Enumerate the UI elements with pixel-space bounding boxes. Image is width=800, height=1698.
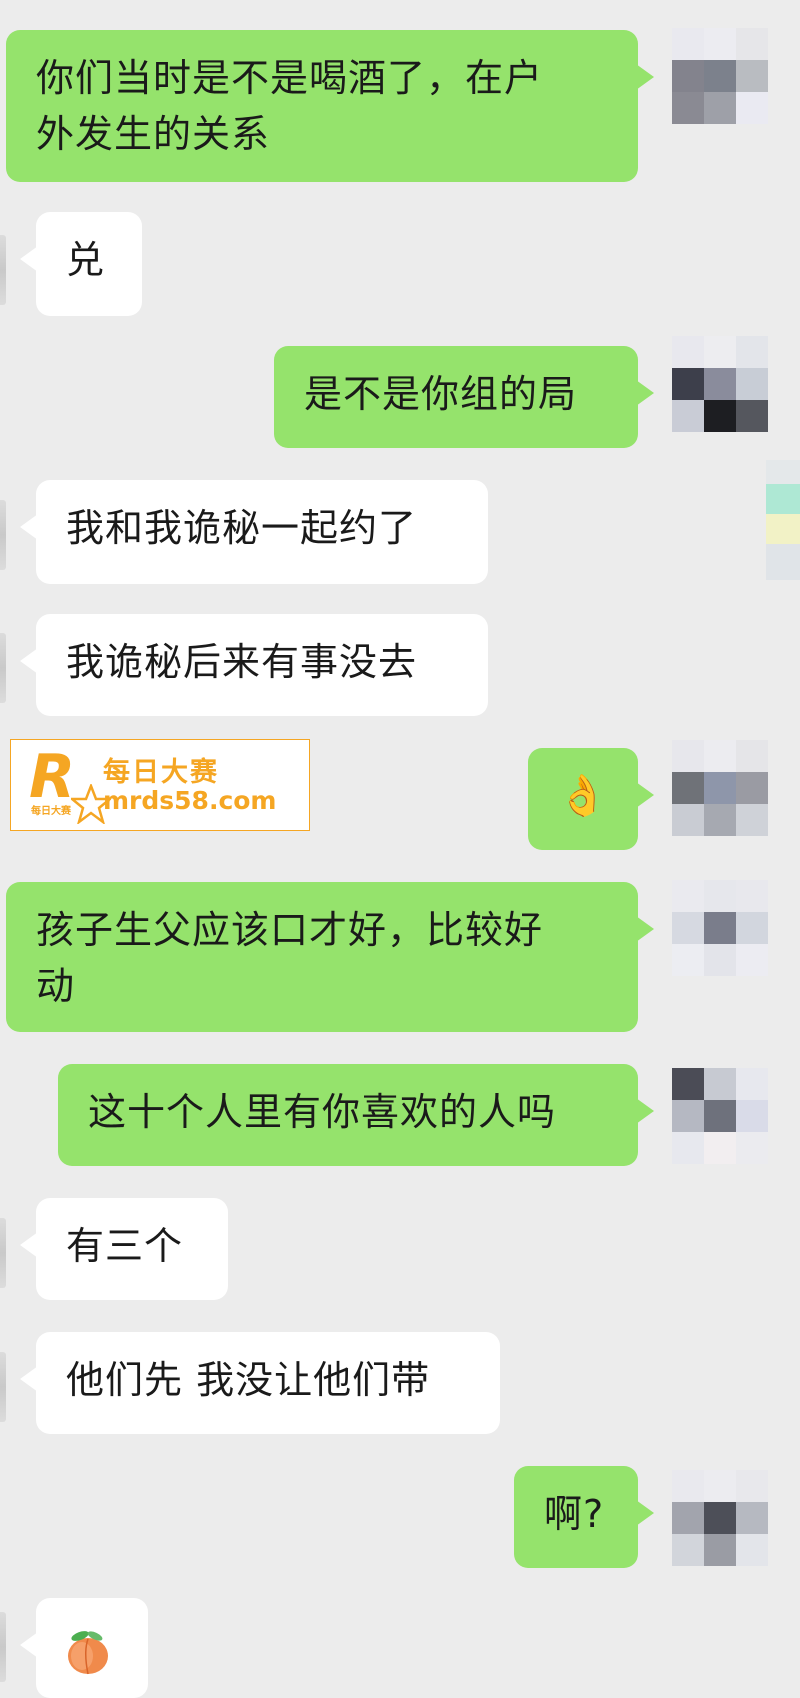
partner-avatar-edge <box>0 500 6 570</box>
partner-avatar-edge <box>0 1218 6 1288</box>
watermark-title: 每日大赛 <box>103 757 219 788</box>
my-avatar[interactable] <box>672 740 768 836</box>
peach-emoji-icon <box>68 1631 108 1675</box>
message-text: 动 <box>36 964 76 1008</box>
message-text: 外发生的关系 <box>36 112 271 156</box>
logo-caption: 每日大赛 <box>31 806 71 817</box>
message-bubble-outgoing[interactable]: 你们当时是不是喝酒了，在户 外发生的关系 <box>6 30 654 182</box>
message-bubble-outgoing[interactable]: 这十个人里有你喜欢的人吗 <box>58 1064 654 1166</box>
my-avatar[interactable] <box>672 880 768 976</box>
my-avatar[interactable] <box>672 336 768 432</box>
message-bubble-outgoing[interactable]: 👌 <box>528 748 654 850</box>
message-bubble-outgoing[interactable]: 是不是你组的局 <box>274 346 654 448</box>
message-bubble-outgoing[interactable]: 孩子生父应该口才好，比较好 动 <box>6 882 654 1032</box>
message-bubble-incoming[interactable]: 兑 <box>20 212 142 316</box>
message-text: 是不是你组的局 <box>304 372 578 416</box>
my-avatar[interactable] <box>672 1068 768 1164</box>
message-text: 我和我诡秘一起约了 <box>66 506 418 550</box>
chat-view: 你们当时是不是喝酒了，在户 外发生的关系 兑 是不是你组的局 我和我诡秘一起约了… <box>0 0 800 1698</box>
watermark-banner: R 每日大赛 每日大赛 mrds58.com <box>10 739 310 831</box>
message-text: 啊? <box>544 1492 605 1536</box>
message-bubble-incoming[interactable]: 我和我诡秘一起约了 <box>20 480 488 584</box>
watermark-url: mrds58.com <box>103 786 277 815</box>
message-text: 有三个 <box>66 1224 184 1268</box>
message-text: 兑 <box>66 238 106 282</box>
message-text: 这十个人里有你喜欢的人吗 <box>88 1090 557 1134</box>
partial-avatar-edge <box>766 460 800 580</box>
message-bubble-outgoing[interactable]: 啊? <box>514 1466 654 1568</box>
message-bubble-incoming[interactable]: 有三个 <box>20 1198 228 1300</box>
watermark-logo: R 每日大赛 <box>27 742 111 824</box>
message-text: 孩子生父应该口才好，比较好 <box>36 908 544 952</box>
partner-avatar-edge <box>0 1352 6 1422</box>
message-text: 我诡秘后来有事没去 <box>66 640 418 684</box>
message-bubble-incoming[interactable]: 他们先 我没让他们带 <box>20 1332 500 1434</box>
my-avatar[interactable] <box>672 1470 768 1566</box>
my-avatar[interactable] <box>672 28 768 124</box>
message-bubble-incoming[interactable]: 我诡秘后来有事没去 <box>20 614 488 716</box>
ok-hand-emoji-icon: 👌 <box>557 773 609 819</box>
partner-avatar-edge <box>0 633 6 703</box>
partner-avatar-edge <box>0 235 6 305</box>
message-text: 他们先 我没让他们带 <box>66 1358 431 1402</box>
partner-avatar-edge <box>0 1612 6 1682</box>
message-text: 你们当时是不是喝酒了，在户 <box>36 56 544 100</box>
